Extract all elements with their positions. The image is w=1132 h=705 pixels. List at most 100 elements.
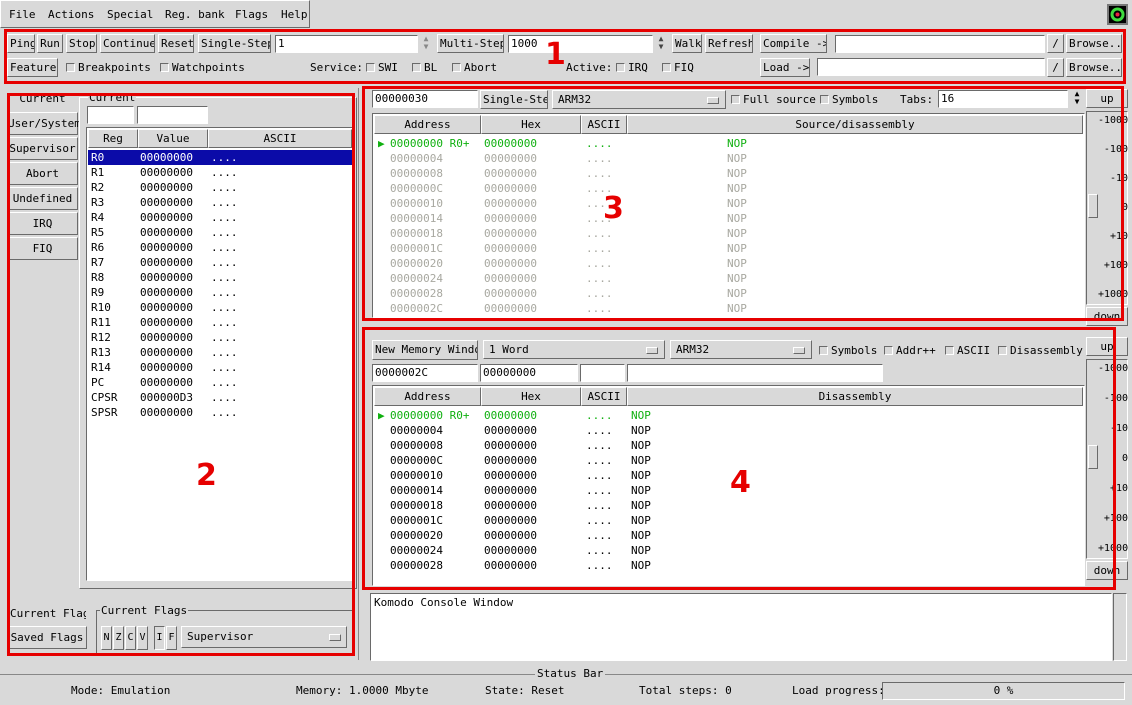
run-button[interactable]: Run: [37, 34, 63, 53]
disasm-single-step-button[interactable]: Single-Step: [480, 90, 548, 109]
register-row[interactable]: R6 00000000....: [88, 240, 352, 255]
register-row[interactable]: R1 00000000....: [88, 165, 352, 180]
compile-slash-button[interactable]: /: [1047, 34, 1064, 53]
compile-browse-button[interactable]: Browse...: [1066, 34, 1122, 53]
disasm-mode-dropdown[interactable]: ARM32: [552, 90, 726, 109]
memory-disassembly-checkbox[interactable]: Disassembly: [998, 344, 1083, 358]
disasm-row[interactable]: 00000028 00000000.... NOP: [374, 286, 1082, 301]
addr-pp-checkbox[interactable]: Addr++: [884, 344, 936, 358]
register-row[interactable]: PC 00000000....: [88, 375, 352, 390]
disasm-row[interactable]: 00000008 00000000.... NOP: [374, 166, 1082, 181]
memory-ascii-checkbox[interactable]: ASCII: [945, 344, 990, 358]
processor-mode-dropdown[interactable]: Supervisor: [181, 626, 347, 648]
memory-row[interactable]: ▶ 00000000 R0+ 00000000.... NOP: [374, 408, 1082, 423]
register-row[interactable]: R12 00000000....: [88, 330, 352, 345]
saved-flags-tab[interactable]: Saved Flags: [7, 626, 87, 649]
memory-scroll-thumb[interactable]: [1088, 445, 1098, 469]
step-spinner-icon[interactable]: ▲ ▼: [420, 35, 432, 53]
memory-symbols-checkbox[interactable]: Symbols: [819, 344, 877, 358]
bl-checkbox[interactable]: BL: [412, 61, 437, 75]
register-row[interactable]: R2 00000000....: [88, 180, 352, 195]
register-row[interactable]: R10 00000000....: [88, 300, 352, 315]
flag-i[interactable]: I: [154, 626, 165, 650]
memory-disasm-input[interactable]: [627, 364, 883, 382]
register-row[interactable]: R0 00000000....: [88, 150, 352, 165]
symbols-checkbox[interactable]: Symbols: [820, 93, 878, 107]
memory-row[interactable]: 00000020 00000000.... NOP: [374, 528, 1082, 543]
menu-actions[interactable]: Actions: [48, 1, 94, 29]
tab-irq[interactable]: IRQ: [7, 212, 78, 235]
load-browse-button[interactable]: Browse...: [1066, 58, 1122, 77]
memory-value-input[interactable]: 00000000: [480, 364, 578, 382]
fiq-checkbox[interactable]: FIQ: [662, 61, 694, 75]
memory-row[interactable]: 00000004 00000000.... NOP: [374, 423, 1082, 438]
register-row[interactable]: SPSR 00000000....: [88, 405, 352, 420]
memory-row[interactable]: 00000018 00000000.... NOP: [374, 498, 1082, 513]
tab-current[interactable]: Current: [7, 88, 78, 110]
flag-z[interactable]: Z: [113, 626, 124, 650]
memory-row[interactable]: 00000014 00000000.... NOP: [374, 483, 1082, 498]
load-file-input[interactable]: [817, 58, 1045, 76]
tab-user-system[interactable]: User/System: [7, 112, 81, 135]
memory-mode-dropdown[interactable]: ARM32: [670, 340, 812, 359]
register-row[interactable]: R11 00000000....: [88, 315, 352, 330]
tab-undefined[interactable]: Undefined: [7, 187, 78, 210]
tab-supervisor[interactable]: Supervisor: [7, 137, 78, 160]
disasm-scroll-down-button[interactable]: down: [1086, 307, 1128, 326]
register-row[interactable]: CPSR 000000D3....: [88, 390, 352, 405]
memory-row[interactable]: 00000028 00000000.... NOP: [374, 558, 1082, 573]
memory-scroll-down-button[interactable]: down: [1086, 561, 1128, 580]
ping-button[interactable]: Ping: [7, 34, 35, 53]
register-entry-b[interactable]: [137, 106, 208, 124]
register-row[interactable]: R5 00000000....: [88, 225, 352, 240]
disasm-row[interactable]: 00000024 00000000.... NOP: [374, 271, 1082, 286]
memory-ascii-input[interactable]: [580, 364, 625, 382]
disasm-row[interactable]: 00000010 00000000.... NOP: [374, 196, 1082, 211]
tabs-spinner-icon[interactable]: ▲ ▼: [1071, 90, 1083, 108]
reset-button[interactable]: Reset: [158, 34, 194, 53]
memory-scroll-up-button[interactable]: up: [1086, 337, 1128, 356]
tabs-input[interactable]: 16: [938, 90, 1068, 108]
register-row[interactable]: R3 00000000....: [88, 195, 352, 210]
swi-checkbox[interactable]: SWI: [366, 61, 398, 75]
vertical-splitter[interactable]: [358, 88, 370, 660]
disasm-row[interactable]: 00000020 00000000.... NOP: [374, 256, 1082, 271]
load-slash-button[interactable]: /: [1047, 58, 1064, 77]
menu-flags[interactable]: Flags: [235, 1, 268, 29]
irq-checkbox[interactable]: IRQ: [616, 61, 648, 75]
register-row[interactable]: R8 00000000....: [88, 270, 352, 285]
flag-f[interactable]: F: [166, 626, 177, 650]
disasm-address-input[interactable]: 00000030: [372, 90, 478, 108]
full-source-checkbox[interactable]: Full source: [731, 93, 816, 107]
console-window[interactable]: Komodo Console Window: [370, 593, 1112, 661]
memory-row[interactable]: 00000008 00000000.... NOP: [374, 438, 1082, 453]
abort-checkbox[interactable]: Abort: [452, 61, 497, 75]
memory-row[interactable]: 0000000C 00000000.... NOP: [374, 453, 1082, 468]
multi-step-button[interactable]: Multi-Step: [437, 34, 504, 53]
flag-c[interactable]: C: [125, 626, 136, 650]
disasm-scroll-thumb[interactable]: [1088, 194, 1098, 218]
disasm-row[interactable]: ▶ 00000000 R0+ 00000000.... NOP: [374, 136, 1082, 151]
disasm-scroll-up-button[interactable]: up: [1086, 89, 1128, 108]
register-row[interactable]: R14 00000000....: [88, 360, 352, 375]
continue-button[interactable]: Continue: [100, 34, 155, 53]
step-count-input[interactable]: 1: [275, 35, 418, 53]
register-row[interactable]: R7 00000000....: [88, 255, 352, 270]
register-entry-a[interactable]: [87, 106, 134, 124]
watchpoints-checkbox[interactable]: Watchpoints: [160, 61, 245, 75]
walk-button[interactable]: Walk: [672, 34, 702, 53]
register-row[interactable]: R4 00000000....: [88, 210, 352, 225]
disasm-row[interactable]: 00000004 00000000.... NOP: [374, 151, 1082, 166]
menu-file[interactable]: File: [9, 1, 36, 29]
register-row[interactable]: R13 00000000....: [88, 345, 352, 360]
menu-help[interactable]: Help: [281, 1, 308, 29]
memory-row[interactable]: 0000001C 00000000.... NOP: [374, 513, 1082, 528]
memory-address-input[interactable]: 0000002C: [372, 364, 478, 382]
register-row[interactable]: R9 00000000....: [88, 285, 352, 300]
disasm-row[interactable]: 00000018 00000000.... NOP: [374, 226, 1082, 241]
flag-v[interactable]: V: [137, 626, 148, 650]
memory-row[interactable]: 00000024 00000000.... NOP: [374, 543, 1082, 558]
disasm-row[interactable]: 0000002C 00000000.... NOP: [374, 301, 1082, 316]
memory-row[interactable]: 00000010 00000000.... NOP: [374, 468, 1082, 483]
memory-size-dropdown[interactable]: 1 Word: [483, 340, 665, 359]
